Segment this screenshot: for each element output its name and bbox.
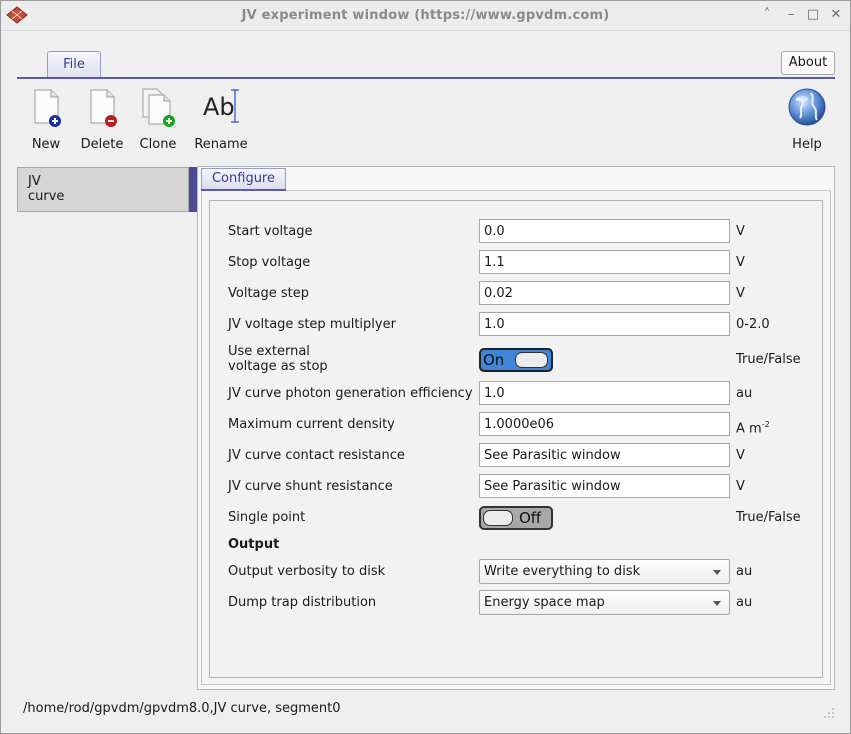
external-voltage-switch[interactable]: On	[479, 348, 553, 372]
single-point-switch[interactable]: Off	[479, 506, 553, 530]
clone-document-icon	[142, 88, 175, 127]
start-voltage-label: Start voltage	[228, 224, 313, 239]
trap-distribution-label: Dump trap distribution	[228, 595, 377, 610]
max-current-unit: A m-2	[736, 417, 770, 436]
start-voltage-input[interactable]	[479, 219, 730, 243]
sidebar-item-jv-curve[interactable]: JV curve	[17, 167, 189, 212]
external-voltage-label-line2: voltage as stop	[228, 359, 328, 374]
rename-label: Rename	[194, 137, 248, 152]
external-voltage-label: Use external voltage as stop	[228, 344, 328, 374]
switch-knob	[483, 510, 513, 526]
window-title: JV experiment window (https://www.gpvdm.…	[241, 8, 610, 23]
step-multiplier-label: JV voltage step multiplyer	[228, 317, 396, 332]
help-button[interactable]: Help	[787, 87, 827, 152]
ribbon-divider	[17, 77, 835, 79]
max-current-input[interactable]	[479, 412, 730, 436]
stop-voltage-label: Stop voltage	[228, 255, 311, 270]
step-multiplier-input[interactable]	[479, 312, 730, 336]
contact-resistance-unit: V	[736, 448, 745, 463]
output-section-title: Output	[228, 537, 280, 552]
delete-button[interactable]: Delete	[79, 87, 125, 152]
new-document-icon	[34, 89, 61, 127]
verbosity-selected: Write everything to disk	[484, 564, 641, 579]
photon-efficiency-input[interactable]	[479, 381, 730, 405]
voltage-step-input[interactable]	[479, 281, 730, 305]
external-voltage-unit: True/False	[736, 352, 801, 367]
rename-text-icon: Ab	[194, 87, 248, 129]
clone-label: Clone	[139, 137, 177, 152]
shunt-resistance-input[interactable]	[479, 474, 730, 498]
switch-knob	[515, 352, 548, 368]
verbosity-unit: au	[736, 564, 753, 579]
start-voltage-unit: V	[736, 224, 745, 239]
photon-efficiency-label: JV curve photon generation efficiency	[228, 386, 473, 401]
stop-voltage-input[interactable]	[479, 250, 730, 274]
external-voltage-switch-text: On	[483, 351, 505, 369]
delete-label: Delete	[80, 137, 124, 152]
maximize-button[interactable]: □	[805, 7, 821, 23]
chevron-down-icon	[713, 601, 721, 606]
shunt-resistance-unit: V	[736, 479, 745, 494]
contact-resistance-input[interactable]	[479, 443, 730, 467]
status-path: /home/rod/gpvdm/gpvdm8.0,JV curve, segme…	[23, 701, 341, 716]
stop-voltage-unit: V	[736, 255, 745, 270]
clone-button[interactable]: Clone	[138, 87, 178, 152]
experiment-list: JV curve	[17, 167, 198, 212]
max-current-unit-exponent: -2	[761, 420, 770, 429]
sidebar-item-label-line1: JV	[28, 174, 41, 189]
photon-efficiency-unit: au	[736, 386, 753, 401]
resize-grip-icon[interactable]	[823, 707, 835, 719]
trap-distribution-selected: Energy space map	[484, 595, 605, 610]
single-point-switch-text: Off	[519, 509, 542, 527]
rename-button[interactable]: Ab Rename	[194, 87, 248, 152]
shunt-resistance-label: JV curve shunt resistance	[228, 479, 393, 494]
title-bar[interactable]: JV experiment window (https://www.gpvdm.…	[1, 1, 850, 31]
delete-document-icon	[90, 89, 117, 127]
tab-file[interactable]: File	[47, 51, 101, 78]
help-label: Help	[792, 137, 822, 152]
trap-distribution-select[interactable]: Energy space map	[479, 590, 730, 615]
voltage-step-unit: V	[736, 286, 745, 301]
max-current-unit-base: A m	[736, 421, 762, 437]
new-label: New	[31, 137, 61, 152]
verbosity-select[interactable]: Write everything to disk	[479, 559, 730, 584]
minimize-button[interactable]: –	[783, 7, 799, 23]
max-current-label: Maximum current density	[228, 417, 395, 432]
shade-button[interactable]: ˄	[759, 7, 775, 23]
trap-distribution-unit: au	[736, 595, 753, 610]
close-button[interactable]: ✕	[828, 7, 844, 23]
single-point-unit: True/False	[736, 510, 801, 525]
text-cursor-icon	[231, 89, 239, 123]
external-voltage-label-line1: Use external	[228, 344, 310, 359]
about-button[interactable]: About	[781, 51, 835, 75]
step-multiplier-unit: 0-2.0	[736, 317, 770, 332]
sidebar-item-label-line2: curve	[28, 189, 65, 204]
jv-experiment-window: JV experiment window (https://www.gpvdm.…	[0, 0, 851, 734]
voltage-step-label: Voltage step	[228, 286, 310, 301]
chevron-down-icon	[713, 570, 721, 575]
new-button[interactable]: New	[27, 87, 65, 152]
contact-resistance-label: JV curve contact resistance	[228, 448, 405, 463]
verbosity-label: Output verbosity to disk	[228, 564, 386, 579]
globe-help-icon	[788, 88, 826, 126]
tab-configure[interactable]: Configure	[201, 168, 286, 191]
single-point-label: Single point	[228, 510, 306, 525]
